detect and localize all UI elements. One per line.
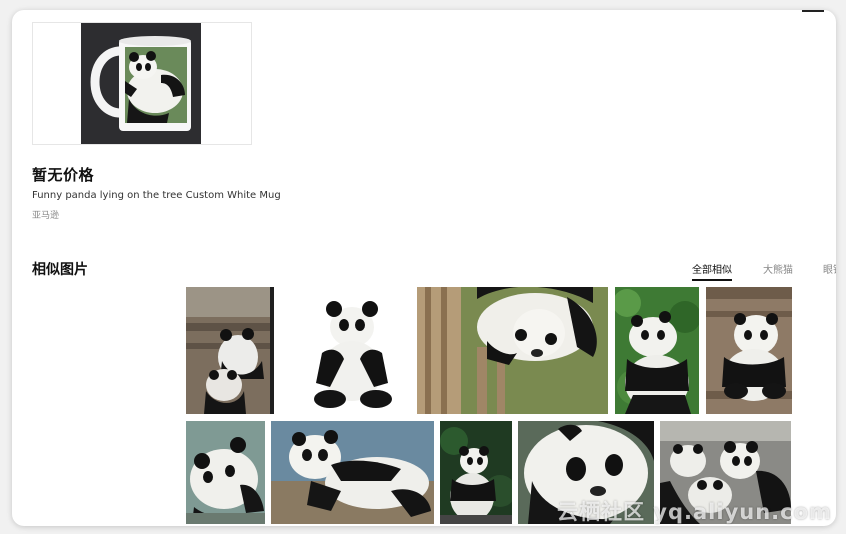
tab-giant-panda[interactable]: 大熊猫 [763, 261, 793, 279]
similar-image[interactable] [706, 287, 792, 414]
tab-glasses[interactable]: 眼镜 [823, 261, 836, 279]
similar-tabs: 全部相似 大熊猫 眼镜 [690, 261, 836, 281]
product-mug-photo [81, 23, 201, 144]
similar-image[interactable] [417, 287, 608, 414]
similar-image[interactable] [186, 421, 265, 524]
tab-all-similar[interactable]: 全部相似 [692, 261, 732, 281]
watermark: 云栖社区 yq.aliyun.com [557, 500, 832, 524]
similar-images-heading: 相似图片 [32, 262, 88, 278]
similar-image[interactable] [286, 287, 414, 414]
window-handle [802, 10, 824, 12]
similar-image[interactable] [186, 287, 274, 414]
similar-image[interactable] [271, 421, 434, 524]
product-source[interactable]: 亚马逊 [32, 208, 59, 221]
product-title[interactable]: Funny panda lying on the tree Custom Whi… [32, 190, 281, 201]
similar-image[interactable] [440, 421, 512, 524]
image-search-panel: 暂无价格 Funny panda lying on the tree Custo… [12, 10, 836, 526]
product-image-card[interactable] [32, 22, 252, 145]
similar-image[interactable] [615, 287, 699, 414]
product-price: 暂无价格 [32, 166, 95, 184]
